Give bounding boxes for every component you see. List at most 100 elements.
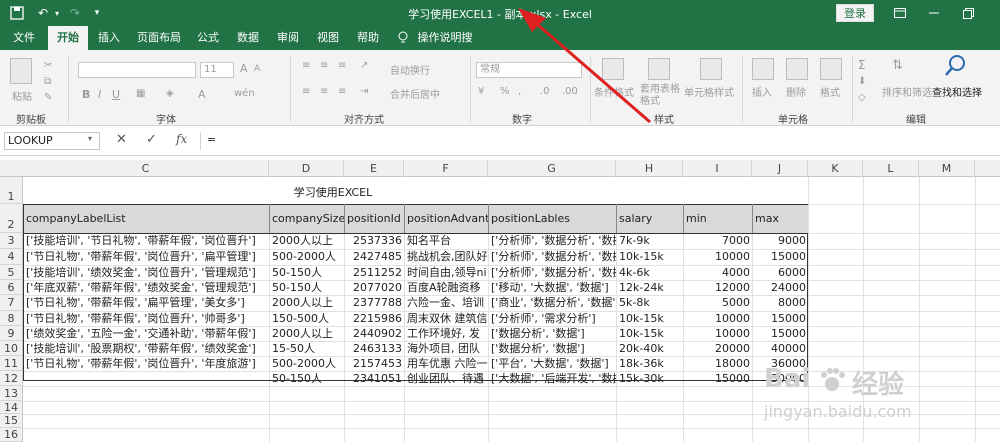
header-cell[interactable]: max — [753, 210, 808, 227]
middle-align-icon[interactable]: ≡ — [320, 60, 328, 71]
data-cell[interactable]: ['分析师', '数据分析', '数据 — [489, 248, 616, 265]
name-box[interactable]: LOOKUP — [4, 132, 100, 150]
row-header[interactable]: 11 — [0, 356, 23, 371]
orientation-icon[interactable]: ↗ — [360, 60, 368, 71]
currency-icon[interactable]: ¥ — [478, 86, 484, 97]
tab-page-layout[interactable]: 页面布局 — [134, 26, 184, 50]
grow-font-icon[interactable]: A — [240, 62, 248, 75]
font-color-icon[interactable]: A — [198, 88, 206, 101]
merge-center-button[interactable]: 合并后居中 — [390, 86, 440, 101]
indent-icon[interactable]: ⇥ — [360, 86, 368, 97]
row-header[interactable]: 14 — [0, 401, 23, 414]
data-cell[interactable]: 10k-15k — [617, 248, 683, 265]
row-header[interactable]: 10 — [0, 341, 23, 356]
data-cell[interactable]: 挑战机会,团队好 — [405, 248, 488, 265]
data-cell[interactable]: 2537336 — [345, 232, 404, 249]
column-header[interactable]: H — [616, 160, 683, 177]
data-cell[interactable]: ['节日礼物', '带薪年假', '岗位晋升', '年度旅游'] — [24, 355, 269, 372]
header-cell[interactable]: min — [684, 210, 752, 227]
data-cell[interactable]: 5000 — [684, 294, 752, 311]
delete-cells-icon[interactable] — [786, 58, 808, 80]
cut-icon[interactable]: ✂ — [44, 60, 52, 71]
underline-icon[interactable]: U — [112, 88, 120, 101]
ribbon-display-icon[interactable] — [890, 4, 910, 22]
data-cell[interactable]: 9000 — [753, 232, 808, 249]
data-cell[interactable]: 2341051 — [345, 370, 404, 387]
border-icon[interactable]: ▦ — [136, 88, 145, 99]
row-header[interactable]: 15 — [0, 414, 23, 428]
autosum-icon[interactable]: Σ — [858, 58, 866, 72]
data-cell[interactable]: 50-150人 — [270, 370, 344, 387]
header-cell[interactable]: positionId — [345, 210, 404, 227]
format-cells-icon[interactable] — [820, 58, 842, 80]
data-cell[interactable]: ['大数据', '后端开发', '数据 — [489, 370, 616, 387]
tab-home[interactable]: 开始 — [48, 26, 88, 50]
fill-color-icon[interactable]: ◈ — [166, 88, 174, 99]
header-cell[interactable]: positionAdvanta — [405, 210, 488, 227]
row-header[interactable]: 2 — [0, 204, 23, 233]
tab-view[interactable]: 视图 — [312, 26, 344, 50]
tab-review[interactable]: 审阅 — [272, 26, 304, 50]
tab-help[interactable]: 帮助 — [352, 26, 384, 50]
data-cell[interactable]: 10000 — [684, 248, 752, 265]
minimize-icon[interactable] — [924, 4, 944, 22]
shrink-font-icon[interactable]: A — [254, 64, 260, 74]
font-size-combo[interactable]: 11 — [200, 62, 234, 78]
tab-file[interactable]: 文件 — [6, 26, 42, 50]
row-header[interactable]: 9 — [0, 326, 23, 341]
insert-cells-icon[interactable] — [752, 58, 774, 80]
wrap-text-button[interactable]: 自动换行 — [390, 62, 430, 77]
column-header[interactable]: C — [23, 160, 269, 177]
insert-function-icon[interactable]: fx — [176, 132, 187, 146]
font-name-combo[interactable] — [78, 62, 196, 78]
delete-cells-button[interactable]: 删除 — [786, 84, 806, 99]
phonetic-icon[interactable]: wén — [234, 88, 255, 99]
login-button[interactable]: 登录 — [836, 4, 874, 22]
cancel-icon[interactable]: ✕ — [116, 132, 127, 147]
header-cell[interactable]: companySize — [270, 210, 344, 227]
data-cell[interactable]: 2000人以上 — [270, 232, 344, 249]
data-cell[interactable]: ['技能培训', '节日礼物', '带薪年假', '岗位晋升'] — [24, 232, 269, 249]
column-header[interactable]: K — [808, 160, 863, 177]
column-header[interactable]: J — [752, 160, 808, 177]
data-cell[interactable]: 知名平台 — [405, 232, 488, 249]
column-header[interactable]: D — [269, 160, 344, 177]
restore-icon[interactable] — [958, 4, 978, 22]
right-align-icon[interactable]: ≡ — [338, 86, 346, 97]
data-cell[interactable]: 15000 — [684, 370, 752, 387]
row-header[interactable]: 3 — [0, 233, 23, 249]
paste-icon[interactable] — [10, 58, 32, 84]
data-cell[interactable]: 六险一金、培训 — [405, 294, 488, 311]
row-header[interactable]: 1 — [0, 177, 23, 204]
clear-icon[interactable]: ◇ — [858, 92, 866, 103]
name-box-dropdown-icon[interactable]: ▾ — [88, 134, 92, 143]
data-cell[interactable]: 2427485 — [345, 248, 404, 265]
cell-style-button[interactable]: 单元格样式 — [684, 84, 734, 99]
data-cell[interactable]: 8000 — [753, 294, 808, 311]
data-cell[interactable]: ['节日礼物', '带薪年假', '岗位晋升', '扁平管理'] — [24, 248, 269, 265]
data-cell[interactable]: 2000人以上 — [270, 294, 344, 311]
data-cell[interactable]: ['商业', '数据分析', '数据'] — [489, 294, 616, 311]
column-header[interactable]: M — [919, 160, 975, 177]
data-cell[interactable]: ['分析师', '数据分析', '数据 — [489, 232, 616, 249]
data-cell[interactable]: 5k-8k — [617, 294, 683, 311]
paste-button[interactable]: 粘贴 — [12, 88, 32, 103]
left-align-icon[interactable]: ≡ — [302, 86, 310, 97]
tab-insert[interactable]: 插入 — [92, 26, 126, 50]
row-header[interactable]: 6 — [0, 280, 23, 295]
sheet-title-cell[interactable]: 学习使用EXCEL — [23, 177, 808, 204]
bold-icon[interactable]: B — [82, 88, 90, 101]
format-painter-icon[interactable]: ✎ — [44, 92, 52, 103]
data-cell[interactable]: 15k-30k — [617, 370, 683, 387]
sort-filter-button[interactable]: 排序和筛选 — [882, 84, 932, 99]
data-cell[interactable]: 7000 — [684, 232, 752, 249]
row-header[interactable]: 13 — [0, 386, 23, 401]
fill-icon[interactable]: ⬇ — [858, 76, 866, 87]
copy-icon[interactable]: ⧉ — [44, 76, 51, 87]
top-align-icon[interactable]: ≡ — [302, 60, 310, 71]
data-cell[interactable]: ['节日礼物', '带薪年假', '扁平管理', '美女多'] — [24, 294, 269, 311]
data-cell[interactable]: 创业团队、待遇 — [405, 370, 488, 387]
column-header[interactable]: G — [488, 160, 616, 177]
formula-input[interactable]: = — [200, 132, 996, 150]
lightbulb-icon[interactable] — [396, 26, 410, 50]
